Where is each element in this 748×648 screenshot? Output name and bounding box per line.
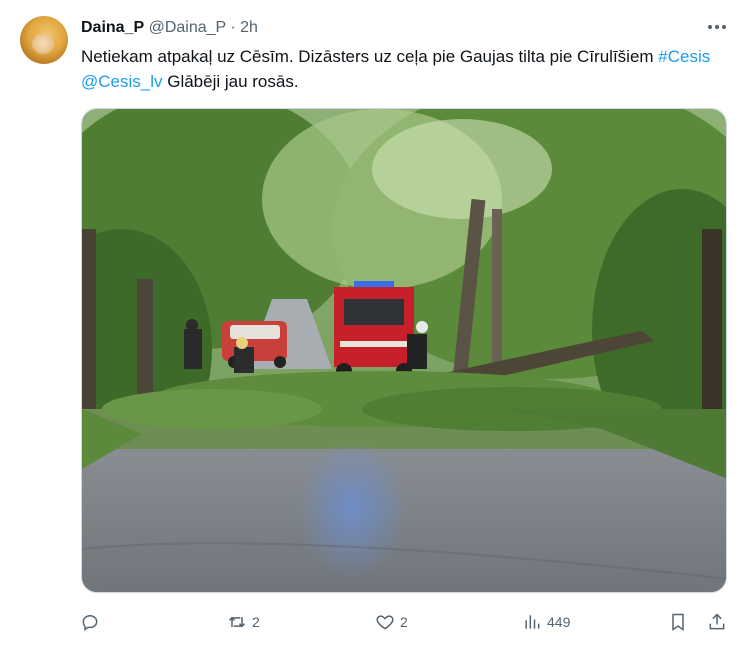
tweet-text-part1: Netiekam atpakaļ uz Cēsīm. Dizāsters uz … (81, 47, 659, 66)
reply-button[interactable] (80, 606, 105, 638)
hashtag-link[interactable]: #Cesis (658, 47, 710, 66)
views-button[interactable]: 449 (522, 606, 570, 638)
tweet-header: Daina_P @Daina_P · 2h (81, 18, 258, 38)
bookmark-button[interactable] (668, 606, 688, 638)
display-name[interactable]: Daina_P (81, 19, 144, 36)
like-count: 2 (400, 614, 408, 630)
bookmark-icon (672, 613, 684, 631)
mention-link[interactable]: @Cesis_lv (81, 72, 163, 91)
views-count: 449 (547, 614, 571, 630)
share-button[interactable] (707, 606, 727, 638)
views-icon (525, 615, 540, 629)
retweet-count: 2 (252, 614, 260, 630)
tweet-text-part2: Glābēji jau rosās. (162, 72, 299, 91)
share-icon (709, 613, 725, 630)
user-handle[interactable]: @Daina_P (149, 19, 226, 36)
photo-fallen-tree-fire-truck (82, 109, 726, 592)
more-options-icon[interactable] (705, 17, 729, 37)
retweet-icon (228, 616, 246, 628)
separator-dot: · (230, 19, 236, 36)
action-bar: 2 2 449 (0, 606, 748, 638)
tweet[interactable]: Daina_P @Daina_P · 2h Netiekam atpakaļ u… (0, 0, 748, 648)
like-button[interactable]: 2 (375, 606, 408, 638)
retweet-button[interactable]: 2 (227, 606, 260, 638)
tweet-text: Netiekam atpakaļ uz Cēsīm. Dizāsters uz … (81, 44, 731, 94)
reply-icon (82, 614, 98, 631)
heart-icon (376, 615, 394, 630)
avatar[interactable] (20, 16, 68, 64)
tweet-photo[interactable] (81, 108, 727, 593)
timestamp[interactable]: 2h (240, 19, 258, 36)
